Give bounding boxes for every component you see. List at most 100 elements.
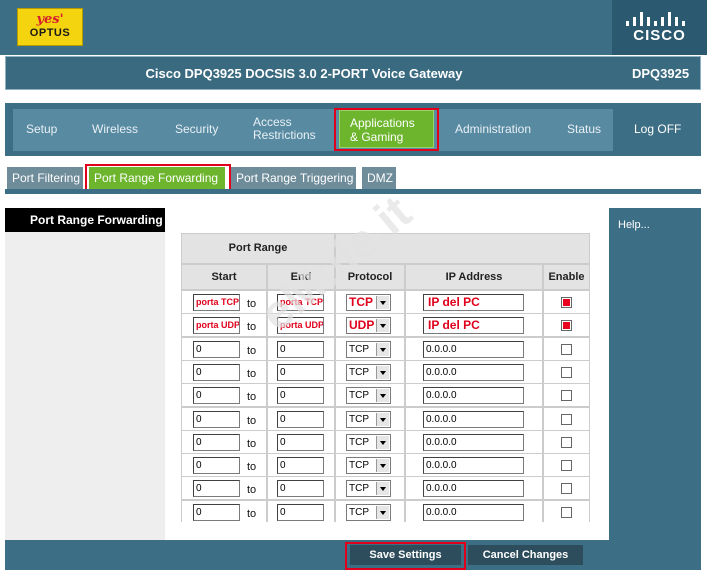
enable-checkbox[interactable] — [561, 483, 572, 494]
table-row: 0 to 0 TCP 0.0.0.0 — [181, 384, 590, 406]
ip-address-input[interactable]: 0.0.0.0 — [423, 364, 524, 381]
enable-checkbox[interactable] — [561, 507, 572, 518]
enable-checkbox[interactable] — [561, 390, 572, 401]
col-header-blank — [336, 234, 589, 263]
protocol-select[interactable]: TCP — [346, 387, 391, 404]
cisco-logo: CISCO — [612, 0, 707, 55]
protocol-select[interactable]: TCP — [346, 294, 391, 311]
to-label: to — [247, 484, 257, 496]
start-port-input[interactable]: porta UDP — [193, 317, 240, 334]
chevron-down-icon — [376, 296, 389, 309]
tab-underline — [5, 189, 701, 194]
nav-setup[interactable]: Setup — [26, 123, 57, 136]
table-row: 0 to 0 TCP 0.0.0.0 — [181, 454, 590, 476]
tab-dmz[interactable]: DMZ — [362, 167, 396, 189]
start-port-input[interactable]: 0 — [193, 457, 240, 474]
end-port-input[interactable]: 0 — [277, 504, 324, 521]
table-row: 0 to 0 TCP 0.0.0.0 — [181, 338, 590, 360]
nav-wireless[interactable]: Wireless — [92, 123, 138, 136]
protocol-value: TCP — [349, 344, 369, 355]
end-port-input[interactable]: porta TCP — [277, 294, 324, 311]
start-port-input[interactable]: 0 — [193, 480, 240, 497]
end-port-input[interactable]: porta UDP — [277, 317, 324, 334]
protocol-value: TCP — [349, 295, 373, 309]
nav-administration[interactable]: Administration — [455, 123, 531, 136]
ip-address-input[interactable]: 0.0.0.0 — [423, 341, 524, 358]
tab-port-range-triggering[interactable]: Port Range Triggering — [231, 167, 356, 189]
ip-address-input[interactable]: 0.0.0.0 — [423, 387, 524, 404]
end-port-input[interactable]: 0 — [277, 480, 324, 497]
enable-checkbox[interactable] — [561, 460, 572, 471]
ip-address-input[interactable]: 0.0.0.0 — [423, 457, 524, 474]
protocol-value: TCP — [349, 437, 369, 448]
protocol-select[interactable]: TCP — [346, 480, 391, 497]
table-row: 0 to 0 TCP 0.0.0.0 — [181, 501, 590, 523]
protocol-select[interactable]: UDP — [346, 317, 391, 334]
ip-address-input[interactable]: 0.0.0.0 — [423, 434, 524, 451]
protocol-value: TCP — [349, 414, 369, 425]
enable-checkbox[interactable] — [561, 320, 572, 331]
start-port-input[interactable]: 0 — [193, 434, 240, 451]
end-port-input[interactable]: 0 — [277, 411, 324, 428]
protocol-select[interactable]: TCP — [346, 504, 391, 521]
tab-port-range-forwarding[interactable]: Port Range Forwarding — [89, 167, 225, 189]
end-port-input[interactable]: 0 — [277, 364, 324, 381]
protocol-value: TCP — [349, 507, 369, 518]
nav-applications-gaming[interactable]: Applications & Gaming — [339, 110, 434, 148]
protocol-select[interactable]: TCP — [346, 341, 391, 358]
table-row: 0 to 0 TCP 0.0.0.0 — [181, 477, 590, 499]
ip-address-input[interactable]: IP del PC — [423, 317, 524, 334]
ip-address-input[interactable]: 0.0.0.0 — [423, 411, 524, 428]
ip-address-input[interactable]: 0.0.0.0 — [423, 480, 524, 497]
logo-line2: OPTUS — [29, 27, 71, 39]
enable-checkbox[interactable] — [561, 414, 572, 425]
ip-address-input[interactable]: 0.0.0.0 — [423, 504, 524, 521]
port-range-table: Port Range Start End Protocol IP Address… — [181, 233, 590, 523]
chevron-down-icon — [376, 506, 389, 519]
enable-checkbox[interactable] — [561, 437, 572, 448]
end-port-input[interactable]: 0 — [277, 341, 324, 358]
chevron-down-icon — [376, 436, 389, 449]
start-port-input[interactable]: 0 — [193, 364, 240, 381]
save-settings-button[interactable]: Save Settings — [350, 545, 461, 565]
enable-checkbox[interactable] — [561, 344, 572, 355]
chevron-down-icon — [376, 389, 389, 402]
end-port-input[interactable]: 0 — [277, 457, 324, 474]
to-label: to — [247, 298, 257, 310]
protocol-value: TCP — [349, 390, 369, 401]
start-port-input[interactable]: 0 — [193, 411, 240, 428]
table-row: 0 to 0 TCP 0.0.0.0 — [181, 431, 590, 453]
protocol-select[interactable]: TCP — [346, 411, 391, 428]
enable-checkbox[interactable] — [561, 297, 572, 308]
enable-checkbox[interactable] — [561, 367, 572, 378]
help-link[interactable]: Help... — [618, 219, 650, 231]
logo-line1: yes' — [36, 12, 64, 27]
end-port-input[interactable]: 0 — [277, 434, 324, 451]
end-port-input[interactable]: 0 — [277, 387, 324, 404]
nav-status[interactable]: Status — [567, 123, 601, 136]
nav-logoff[interactable]: Log OFF — [634, 123, 681, 136]
cancel-changes-button[interactable]: Cancel Changes — [468, 545, 583, 565]
start-port-input[interactable]: porta TCP — [193, 294, 240, 311]
nav-access-restrictions[interactable]: Access Restrictions — [253, 116, 316, 142]
chevron-down-icon — [376, 482, 389, 495]
ip-address-input[interactable]: IP del PC — [423, 294, 524, 311]
start-port-input[interactable]: 0 — [193, 341, 240, 358]
to-label: to — [247, 415, 257, 427]
chevron-down-icon — [376, 319, 389, 332]
to-label: to — [247, 321, 257, 333]
title-bar: Cisco DPQ3925 DOCSIS 3.0 2-PORT Voice Ga… — [5, 56, 701, 90]
to-label: to — [247, 345, 257, 357]
protocol-value: TCP — [349, 460, 369, 471]
nav-security[interactable]: Security — [175, 123, 218, 136]
section-title: Port Range Forwarding — [30, 213, 163, 227]
tab-port-filtering[interactable]: Port Filtering — [7, 167, 83, 189]
protocol-select[interactable]: TCP — [346, 457, 391, 474]
col-header-enable: Enable — [544, 265, 589, 289]
protocol-select[interactable]: TCP — [346, 434, 391, 451]
protocol-value: UDP — [349, 318, 375, 332]
start-port-input[interactable]: 0 — [193, 504, 240, 521]
protocol-select[interactable]: TCP — [346, 364, 391, 381]
start-port-input[interactable]: 0 — [193, 387, 240, 404]
nav-apps-l1: Applications — [350, 116, 415, 130]
